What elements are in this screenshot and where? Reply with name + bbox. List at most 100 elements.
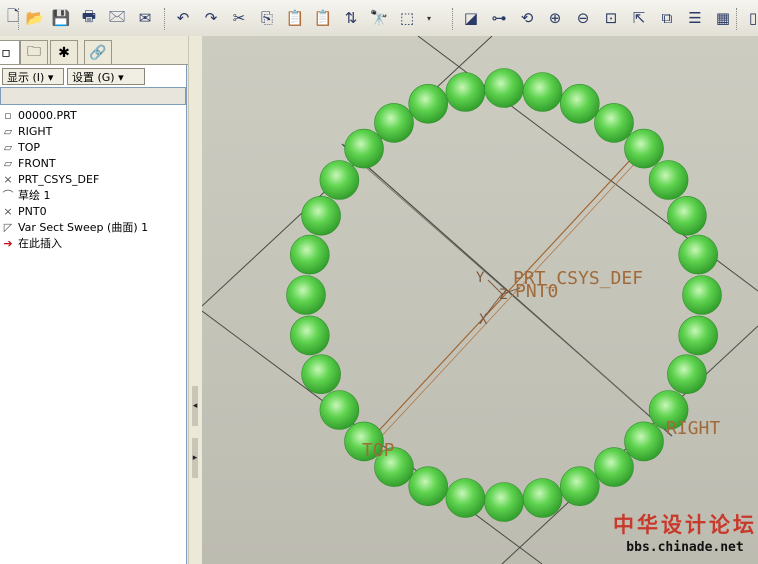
datum-point-icon: ×: [3, 205, 13, 218]
tree-item[interactable]: ▱ FRONT: [0, 156, 186, 172]
panel-splitter[interactable]: ◂ ▸: [188, 36, 203, 564]
collapse-panel-icon[interactable]: ◂: [192, 386, 198, 426]
sphere-bead[interactable]: [667, 196, 707, 236]
sphere-bead[interactable]: [445, 72, 486, 112]
select-box-icon[interactable]: ⬚: [396, 7, 418, 29]
view-manager-icon[interactable]: ▦: [712, 7, 734, 29]
main-toolbar: 🗋 📂 💾 🖶 🖂 ✉ ↶ ↷ ✂ ⎘ 📋 📋 ⇅ 🔭 ⬚ ▾ ◪ ⊶ ⟲ ⊕ ⊖ ⊡ ⇱ ⧉ ☰ ▦ ▯: [0, 0, 758, 37]
tree-item-label: TOP: [18, 141, 41, 154]
sphere-bead[interactable]: [484, 68, 524, 108]
sweep-surface-icon: ◸: [3, 221, 13, 234]
sphere-bead[interactable]: [301, 196, 341, 236]
toolbar-separator: [164, 8, 165, 30]
sphere-bead[interactable]: [286, 275, 326, 315]
tab-model-tree[interactable]: ▫: [0, 40, 20, 65]
sphere-bead[interactable]: [445, 478, 486, 518]
sphere-bead[interactable]: [408, 466, 448, 507]
model-root-icon: ▫: [4, 109, 12, 122]
layers-icon[interactable]: ☰: [684, 7, 706, 29]
undo-icon[interactable]: ↶: [172, 7, 194, 29]
sphere-bead[interactable]: [667, 354, 707, 395]
graphics-viewport[interactable]: Y Z X PRT_CSYS_DEF PNT0 TOP RIGHT: [202, 36, 758, 564]
zoom-in-icon[interactable]: ⊕: [544, 7, 566, 29]
tree-item-label: RIGHT: [18, 125, 53, 138]
site-watermark: 中华设计论坛 bbs.chinade.net: [612, 512, 758, 564]
orient-mode-icon[interactable]: ⟲: [516, 7, 538, 29]
sphere-bead[interactable]: [678, 315, 719, 356]
toolbar-separator: [452, 8, 453, 30]
sphere-bead[interactable]: [559, 466, 600, 507]
sphere-bead[interactable]: [374, 103, 414, 143]
tree-item[interactable]: ▱ RIGHT: [0, 124, 186, 140]
sphere-bead[interactable]: [290, 315, 330, 356]
tree-item-label: FRONT: [18, 157, 56, 170]
sphere-bead[interactable]: [559, 84, 600, 124]
sphere-bead[interactable]: [678, 234, 719, 275]
copy-icon[interactable]: ⎘: [256, 7, 278, 29]
open-file-icon[interactable]: 📂: [24, 7, 46, 29]
tree-item-label: 草绘 1: [18, 189, 51, 202]
regenerate-icon[interactable]: ⇅: [340, 7, 362, 29]
sphere-bead[interactable]: [484, 482, 524, 522]
save-icon[interactable]: 💾: [50, 7, 72, 29]
reorient-icon[interactable]: ⇱: [628, 7, 650, 29]
tree-item[interactable]: ▱ TOP: [0, 140, 186, 156]
tree-item[interactable]: ⨯ PRT_CSYS_DEF: [0, 172, 186, 188]
more-icon[interactable]: ▯: [742, 7, 758, 29]
top-plane-line: [377, 159, 639, 441]
sphere-bead[interactable]: [290, 234, 330, 275]
tree-item[interactable]: ◸ Var Sect Sweep (曲面) 1: [0, 220, 186, 236]
toolbar-separator: [736, 8, 737, 30]
watermark-url: bbs.chinade.net: [626, 540, 744, 555]
refit-icon[interactable]: ⊡: [600, 7, 622, 29]
saved-views-icon[interactable]: ⧉: [656, 7, 678, 29]
new-file-icon[interactable]: 🗋: [2, 7, 24, 29]
find-icon[interactable]: 🔭: [368, 7, 390, 29]
csys-y-label: Y: [476, 270, 485, 286]
tab-connections[interactable]: 🔗: [84, 40, 112, 65]
top-plane-label: TOP: [362, 440, 395, 461]
csys-z-label: Z: [499, 287, 507, 303]
sphere-bead[interactable]: [344, 128, 384, 169]
redo-icon[interactable]: ↷: [200, 7, 222, 29]
expand-panel-icon[interactable]: ▸: [192, 438, 198, 478]
select-dropdown-icon[interactable]: ▾: [424, 7, 434, 29]
tree-item-label: Var Sect Sweep (曲面) 1: [18, 221, 149, 234]
tree-item-label: 在此插入: [18, 237, 62, 250]
repaint-icon[interactable]: ◪: [460, 7, 482, 29]
sphere-bead[interactable]: [594, 447, 634, 487]
toolbar-separator: [18, 8, 19, 30]
sphere-bead[interactable]: [522, 478, 563, 518]
sphere-bead[interactable]: [594, 103, 634, 143]
spin-center-icon[interactable]: ⊶: [488, 7, 510, 29]
sphere-bead[interactable]: [301, 354, 341, 395]
cut-icon[interactable]: ✂: [228, 7, 250, 29]
sphere-bead[interactable]: [319, 390, 360, 430]
navigator-panel: ▫ 🗀 ✱ 🔗 显示 (I) ▾ 设置 (G) ▾ ▫ 00000.PRT ▱ RIGHT ▱…: [0, 36, 188, 564]
print-icon[interactable]: 🖶: [78, 7, 100, 29]
tree-item[interactable]: ➔ 在此插入: [0, 236, 186, 252]
sphere-bead[interactable]: [319, 160, 360, 200]
settings-menu-button[interactable]: 设置 (G) ▾: [67, 68, 145, 85]
insert-here-icon: ➔: [3, 237, 13, 250]
model-canvas: Y Z X PRT_CSYS_DEF PNT0 TOP RIGHT: [202, 36, 758, 564]
mail-attachment-icon[interactable]: ✉: [134, 7, 156, 29]
sphere-bead[interactable]: [648, 160, 689, 200]
tab-favorites[interactable]: ✱: [50, 40, 78, 65]
tree-item[interactable]: ▫ 00000.PRT: [0, 108, 186, 124]
tree-column-header[interactable]: [0, 87, 186, 105]
sphere-bead[interactable]: [408, 84, 448, 124]
tree-item-label: 00000.PRT: [18, 109, 77, 122]
send-mail-icon[interactable]: 🖂: [106, 7, 128, 29]
sphere-bead[interactable]: [624, 421, 664, 462]
tab-folder-browser[interactable]: 🗀: [20, 40, 48, 65]
zoom-out-icon[interactable]: ⊖: [572, 7, 594, 29]
paste-special-icon[interactable]: 📋: [312, 7, 334, 29]
sphere-bead[interactable]: [624, 128, 664, 169]
paste-icon[interactable]: 📋: [284, 7, 306, 29]
show-menu-button[interactable]: 显示 (I) ▾: [2, 68, 64, 85]
tree-item[interactable]: × PNT0: [0, 204, 186, 220]
tree-item[interactable]: ⌒ 草绘 1: [0, 188, 186, 204]
sphere-bead[interactable]: [682, 275, 722, 315]
sphere-bead[interactable]: [522, 72, 563, 112]
